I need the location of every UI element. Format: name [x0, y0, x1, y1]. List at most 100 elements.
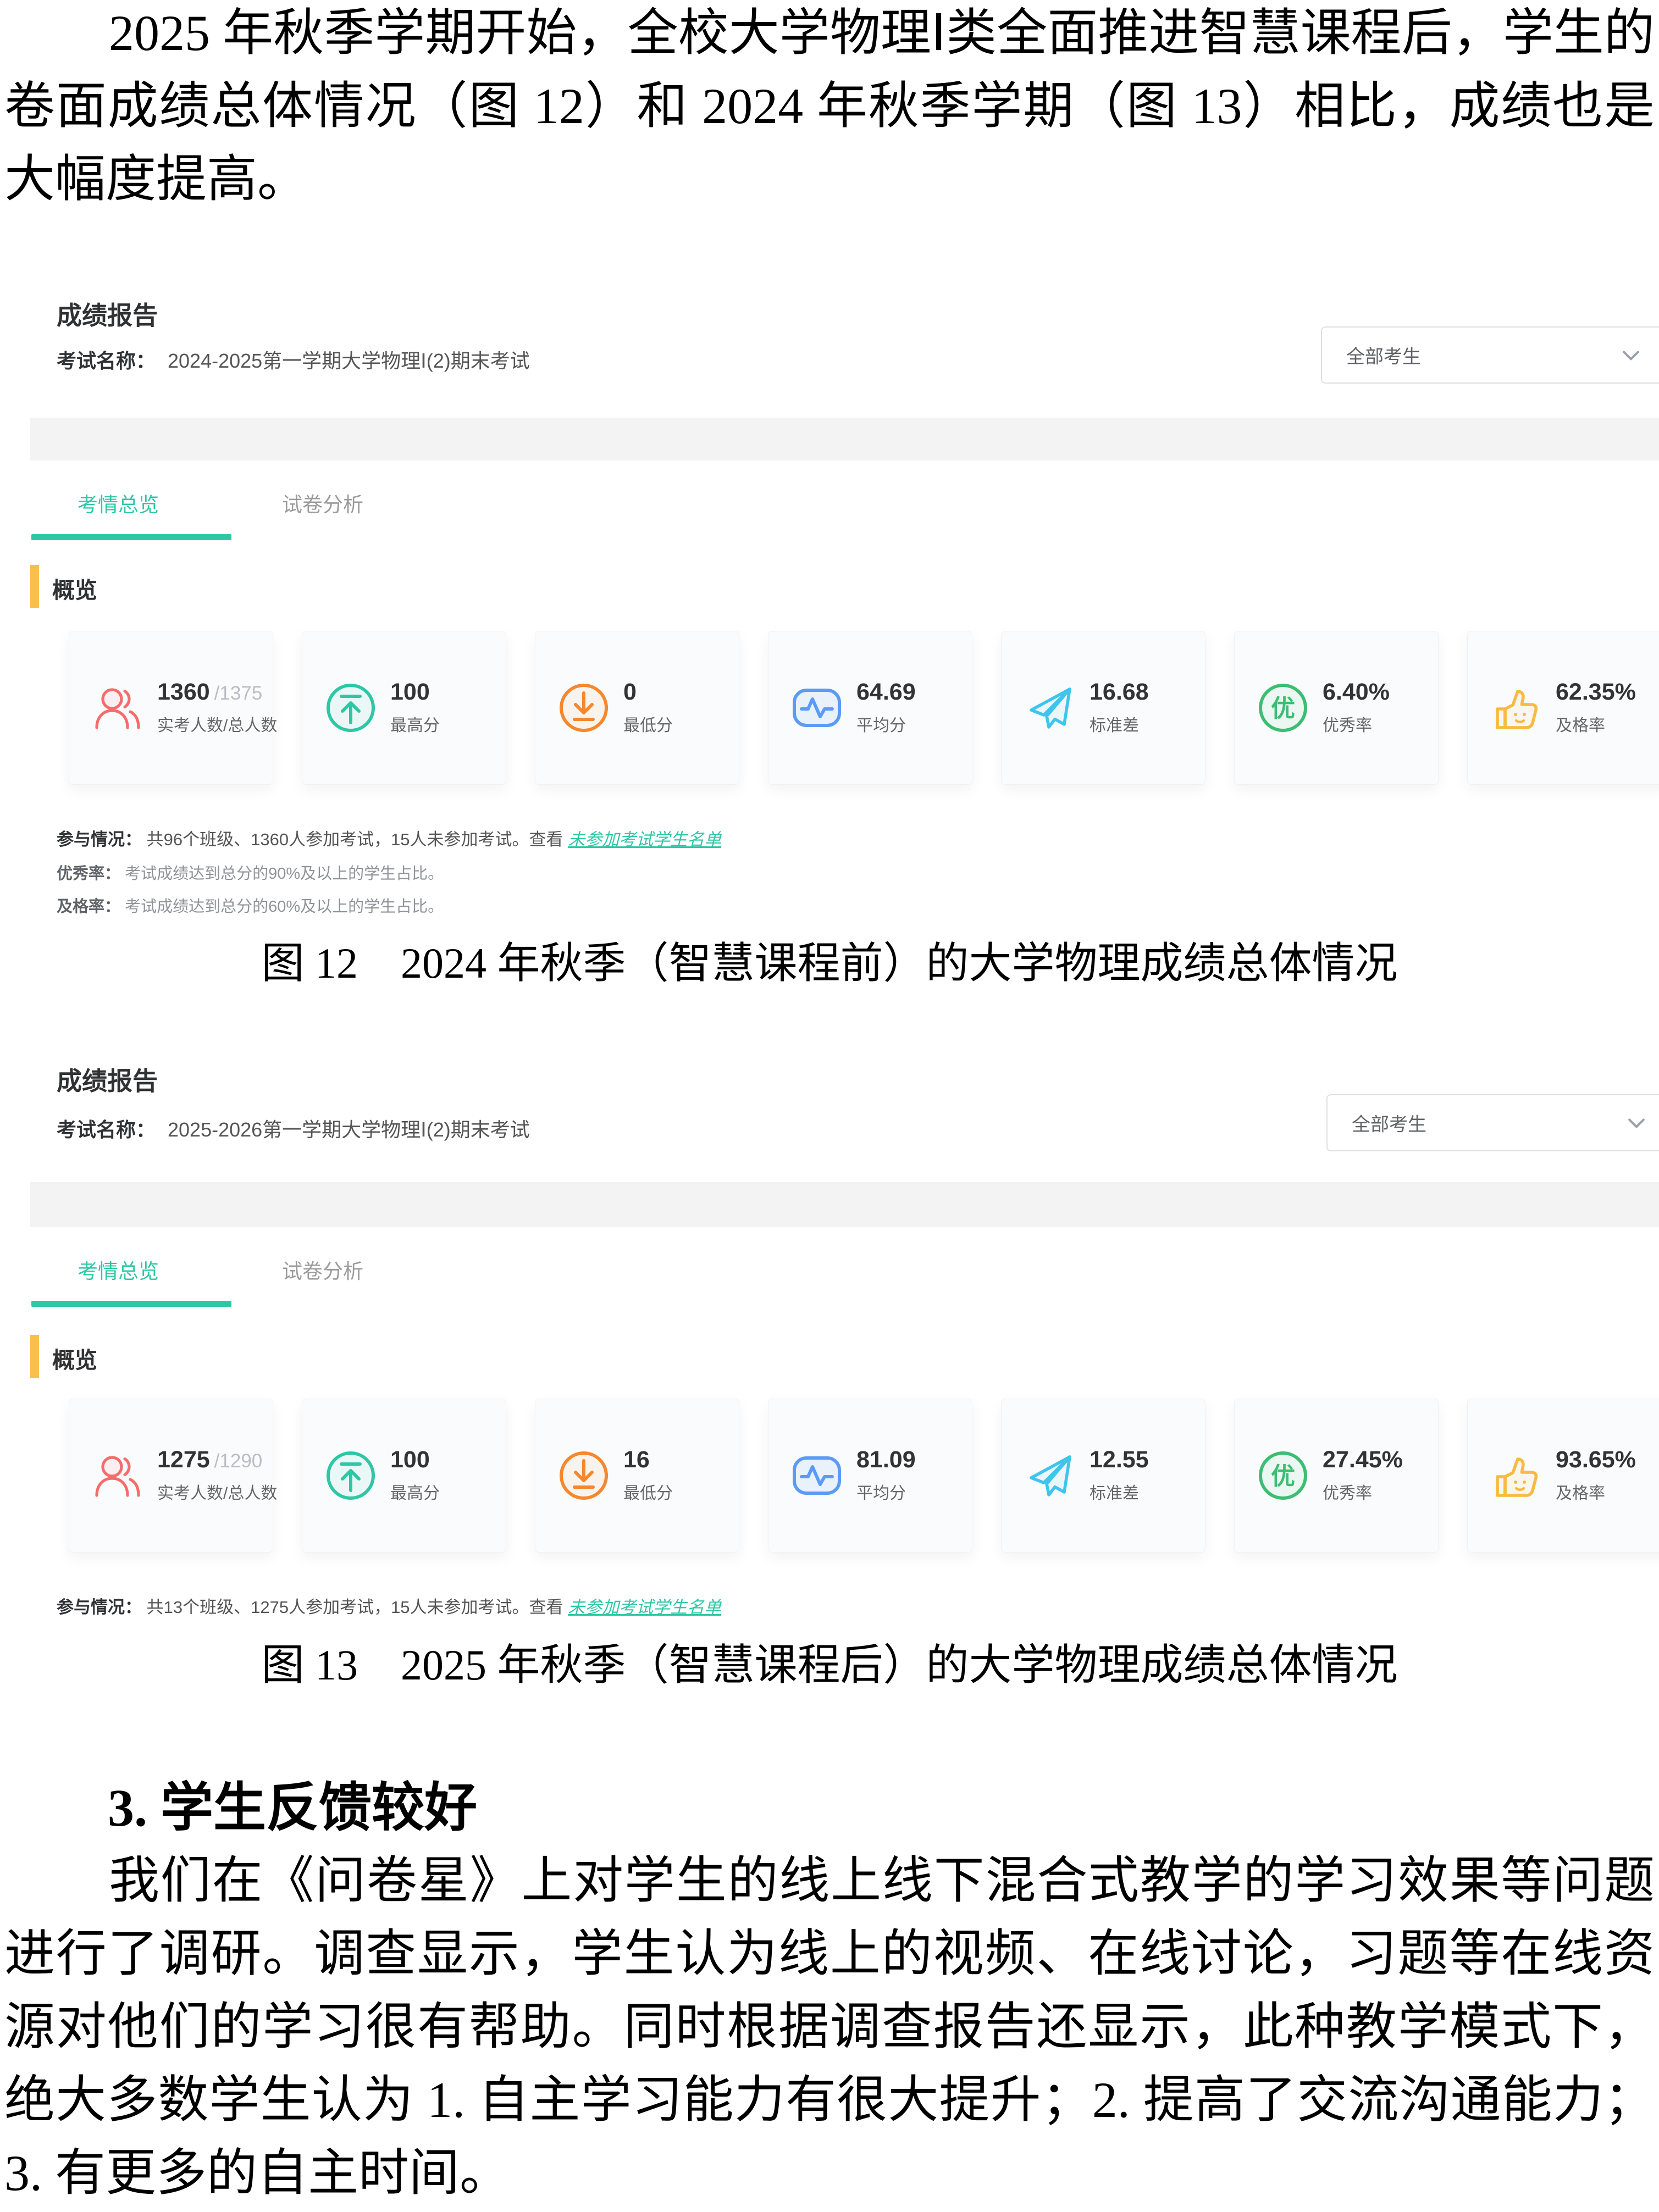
dropdown-selected-value: 全部考生: [1352, 1110, 1426, 1137]
stat-label: 平均分: [856, 712, 916, 736]
stat-card-highest: 100 最高分: [302, 631, 506, 785]
note-excellent-rate: 优秀率： 考试成绩达到总分的90%及以上的学生占比。: [57, 861, 444, 884]
tab-paper-analysis[interactable]: 试卷分析: [282, 1255, 363, 1284]
participation-summary: 参与情况： 共96个班级、1360人参加考试，15人未参加考试。查看 未参加考试…: [57, 825, 721, 850]
stat-label: 最低分: [623, 1479, 673, 1504]
stat-label: 最低分: [623, 712, 673, 736]
paper-plane-icon: [1024, 681, 1076, 734]
stat-label: 及格率: [1556, 712, 1636, 736]
stat-card-excellent-rate: 优 27.45% 优秀率: [1234, 1399, 1439, 1553]
candidate-filter-dropdown[interactable]: 全部考生: [1321, 326, 1659, 384]
stat-total: /1375: [214, 683, 263, 704]
stat-value: 1360: [157, 679, 210, 705]
figure-caption-13: 图 13 2025 年秋季（智慧课程后）的大学物理成绩总体情况: [0, 1635, 1659, 1695]
stat-card-pass-rate: 62.35% 及格率: [1467, 631, 1659, 785]
absent-students-link[interactable]: 未参加考试学生名单: [568, 1598, 721, 1617]
dropdown-selected-value: 全部考生: [1346, 342, 1421, 369]
stat-label: 最高分: [390, 1479, 440, 1504]
report-title: 成绩报告: [57, 296, 158, 332]
header-strip: [30, 418, 1659, 461]
stat-value: 1275: [157, 1446, 210, 1473]
excellent-badge-icon: 优: [1257, 1449, 1309, 1502]
exam-name-row: 考试名称： 2025-2026第一学期大学物理Ⅰ(2)期末考试: [57, 1116, 530, 1144]
stat-card-average: 81.09 平均分: [768, 1399, 972, 1553]
stat-card-participants: 1360/1375 实考人数/总人数: [69, 631, 273, 785]
page: 2025 年秋季学期开始，全校大学物理Ⅰ类全面推进智慧课程后，学生的卷面成绩总体…: [0, 0, 1659, 2212]
stat-label: 及格率: [1556, 1479, 1636, 1504]
stat-label: 实考人数/总人数: [157, 712, 273, 736]
stat-value: 16: [623, 1448, 673, 1472]
exam-name-value: 2025-2026第一学期大学物理Ⅰ(2)期末考试: [168, 1118, 530, 1141]
participation-text: 共96个班级、1360人参加考试，15人未参加考试。查看: [147, 830, 568, 849]
excellent-badge-icon: 优: [1257, 681, 1309, 734]
paragraph-feedback: 我们在《问卷星》上对学生的线上线下混合式教学的学习效果等问题进行了调研。调查显示…: [4, 1844, 1655, 2210]
participation-label: 参与情况：: [57, 830, 142, 849]
stat-card-lowest: 0 最低分: [535, 631, 739, 785]
people-icon: [91, 681, 144, 734]
stat-card-excellent-rate: 优 6.40% 优秀率: [1234, 631, 1439, 785]
stat-label: 最高分: [390, 712, 440, 736]
stat-value: 62.35%: [1556, 680, 1636, 705]
stat-value: 100: [390, 1448, 440, 1472]
stat-label: 优秀率: [1323, 712, 1390, 736]
absent-students-link[interactable]: 未参加考试学生名单: [568, 830, 721, 849]
stat-card-lowest: 16 最低分: [535, 1399, 739, 1553]
stat-card-stddev: 16.68 标准差: [1001, 631, 1205, 785]
stat-card-highest: 100 最高分: [302, 1399, 506, 1553]
svg-text:优: 优: [1271, 1463, 1295, 1490]
section-heading: 3. 学生反馈较好: [108, 1781, 477, 1836]
active-tab-underline: [31, 534, 231, 540]
people-icon: [91, 1449, 144, 1502]
figure-caption-12: 图 12 2024 年秋季（智慧课程前）的大学物理成绩总体情况: [0, 933, 1659, 994]
stat-card-pass-rate: 93.65% 及格率: [1467, 1399, 1659, 1553]
stat-total: /1290: [214, 1450, 263, 1472]
svg-text:优: 优: [1271, 695, 1295, 722]
exam-name-row: 考试名称： 2024-2025第一学期大学物理Ⅰ(2)期末考试: [57, 347, 530, 375]
stat-card-average: 64.69 平均分: [768, 631, 972, 785]
arrow-down-circle-icon: [557, 681, 610, 734]
arrow-up-circle-icon: [324, 681, 377, 734]
stat-label: 标准差: [1090, 712, 1149, 736]
arrow-down-circle-icon: [557, 1449, 610, 1502]
exam-name-label: 考试名称：: [57, 350, 156, 372]
chevron-down-icon: [1624, 1111, 1649, 1135]
thumbs-up-icon: [1490, 1449, 1542, 1502]
score-report-2024: 成绩报告 考试名称： 2024-2025第一学期大学物理Ⅰ(2)期末考试 全部考生…: [30, 286, 1659, 929]
score-report-2025: 成绩报告 考试名称： 2025-2026第一学期大学物理Ⅰ(2)期末考试 全部考生…: [30, 1047, 1659, 1629]
stat-value: 0: [623, 680, 673, 705]
stat-label: 实考人数/总人数: [157, 1479, 273, 1504]
stat-cards-row: 1275/1290 实考人数/总人数 100 最高分: [69, 1399, 1659, 1553]
tab-paper-analysis[interactable]: 试卷分析: [282, 488, 363, 518]
candidate-filter-dropdown[interactable]: 全部考生: [1326, 1094, 1659, 1151]
section-accent-bar: [30, 565, 39, 608]
report-title: 成绩报告: [57, 1061, 158, 1097]
pulse-icon: [790, 681, 843, 734]
stat-cards-row: 1360/1375 实考人数/总人数 100 最高分: [69, 631, 1659, 785]
participation-text: 共13个班级、1275人参加考试，15人未参加考试。查看: [147, 1598, 568, 1617]
stat-card-stddev: 12.55 标准差: [1001, 1399, 1205, 1553]
tab-exam-overview[interactable]: 考情总览: [78, 1255, 159, 1284]
pulse-icon: [790, 1449, 843, 1502]
stat-card-participants: 1275/1290 实考人数/总人数: [69, 1399, 273, 1553]
stat-value: 27.45%: [1323, 1448, 1403, 1472]
section-accent-bar: [30, 1335, 39, 1378]
stat-value: 81.09: [856, 1448, 916, 1472]
stat-value: 64.69: [856, 680, 916, 705]
stat-value: 100: [390, 680, 440, 705]
exam-name-label: 考试名称：: [57, 1118, 156, 1141]
overview-title: 概览: [52, 1341, 97, 1374]
tab-exam-overview[interactable]: 考情总览: [78, 488, 159, 518]
exam-name-value: 2024-2025第一学期大学物理Ⅰ(2)期末考试: [168, 350, 530, 372]
header-strip: [30, 1182, 1659, 1227]
stat-label: 标准差: [1090, 1479, 1149, 1504]
thumbs-up-icon: [1490, 681, 1542, 734]
stat-value: 93.65%: [1556, 1448, 1636, 1472]
stat-value: 6.40%: [1323, 680, 1390, 705]
participation-label: 参与情况：: [57, 1598, 142, 1617]
stat-value: 16.68: [1090, 680, 1149, 705]
overview-title: 概览: [52, 572, 97, 605]
stat-label: 优秀率: [1323, 1479, 1403, 1504]
participation-summary: 参与情况： 共13个班级、1275人参加考试，15人未参加考试。查看 未参加考试…: [57, 1593, 721, 1618]
paragraph-intro: 2025 年秋季学期开始，全校大学物理Ⅰ类全面推进智慧课程后，学生的卷面成绩总体…: [4, 0, 1655, 216]
stat-label: 平均分: [856, 1479, 916, 1504]
